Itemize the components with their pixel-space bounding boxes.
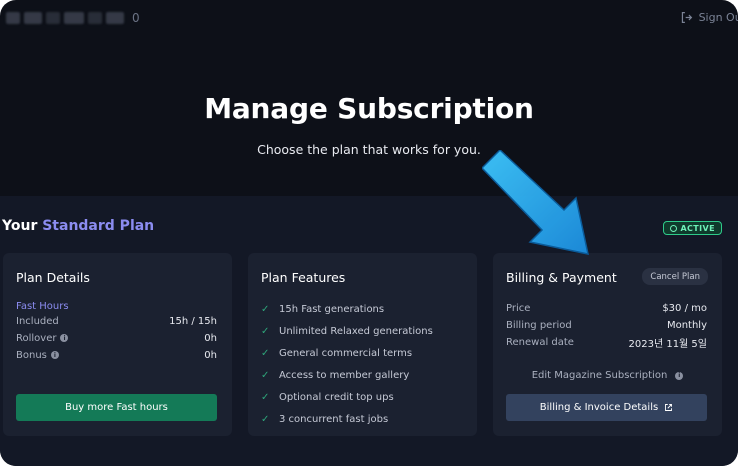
redacted-text	[106, 12, 124, 24]
redacted-text	[88, 12, 102, 24]
plan-details-card: Plan Details Fast Hours Included 15h / 1…	[3, 253, 232, 436]
info-icon[interactable]: i	[675, 371, 684, 380]
redacted-text	[46, 12, 60, 24]
price-value: $30 / mo	[662, 302, 707, 314]
check-icon: ✓	[261, 413, 270, 425]
renewal-date-value: 2023년 11월 5일	[628, 338, 708, 350]
status-badge: ACTIVE	[663, 221, 722, 235]
rollover-label: Rollover	[16, 332, 57, 344]
sign-out-icon	[681, 12, 692, 23]
feature-item: ✓ 3 concurrent fast jobs	[261, 408, 433, 430]
billing-invoice-button[interactable]: Billing & Invoice Details	[506, 394, 707, 421]
cancel-plan-button[interactable]: Cancel Plan	[642, 268, 708, 285]
plan-features-title: Plan Features	[261, 270, 346, 285]
feature-item: ✓ Optional credit top ups	[261, 386, 433, 408]
page-subtitle: Choose the plan that works for you.	[257, 142, 481, 157]
billing-period-row: Billing period Monthly	[506, 318, 707, 332]
price-row: Price $30 / mo	[506, 301, 707, 315]
annotation-arrow-icon	[482, 150, 589, 255]
check-icon: ✓	[261, 325, 270, 337]
check-icon: ✓	[261, 303, 270, 315]
rollover-row: Rollover i 0h	[16, 331, 217, 345]
check-icon: ✓	[261, 347, 270, 359]
billing-period-value: Monthly	[666, 319, 707, 331]
billing-card: Billing & Payment Cancel Plan Price $30 …	[493, 253, 722, 436]
buy-fast-hours-button[interactable]: Buy more Fast hours	[16, 394, 217, 421]
feature-label: General commercial terms	[279, 347, 413, 359]
redacted-text	[24, 12, 42, 24]
sign-out-button[interactable]: Sign Out	[680, 11, 738, 24]
renewal-date-row: Renewal date 2023년 11월 5일	[506, 335, 708, 350]
your-plan-prefix: Your	[2, 218, 43, 234]
info-icon[interactable]: i	[50, 351, 59, 359]
bonus-value: 0h	[204, 349, 217, 361]
plan-name: Standard Plan	[42, 218, 155, 234]
feature-label: Access to member gallery	[279, 369, 410, 381]
account-name: 0	[6, 11, 140, 25]
included-value: 15h / 15h	[169, 315, 217, 327]
billing-invoice-label: Billing & Invoice Details	[539, 402, 659, 413]
feature-item: ✓ General commercial terms	[261, 342, 433, 364]
bonus-label: Bonus	[16, 349, 47, 361]
billing-period-label: Billing period	[506, 319, 572, 331]
plan-features-card: Plan Features ✓ 15h Fast generations ✓ Unl…	[248, 253, 477, 436]
check-icon: ✓	[261, 391, 270, 403]
check-icon: ✓	[261, 369, 270, 381]
feature-label: 15h Fast generations	[279, 303, 385, 315]
price-label: Price	[506, 302, 531, 314]
plan-details-title: Plan Details	[16, 270, 90, 285]
rollover-value: 0h	[204, 332, 217, 344]
edit-magazine-label: Edit Magazine Subscription	[531, 370, 668, 381]
features-list: ✓ 15h Fast generations ✓ Unlimited Relaxed…	[261, 298, 433, 430]
feature-label: Optional credit top ups	[279, 391, 394, 403]
redacted-text	[6, 12, 20, 24]
external-link-icon	[665, 404, 673, 411]
app-window: Manage Subscription Choose the plan that…	[0, 0, 738, 466]
billing-title: Billing & Payment	[506, 270, 617, 285]
renewal-date-label: Renewal date	[506, 336, 574, 348]
page-title: Manage Subscription	[204, 92, 534, 125]
feature-item: ✓ Unlimited Relaxed generations	[261, 320, 433, 342]
redacted-text	[64, 12, 84, 24]
top-bar: 0 Sign Out	[0, 0, 738, 40]
plan-section: Your Standard Plan ACTIVE Plan Details F…	[0, 196, 738, 466]
account-suffix: 0	[132, 11, 140, 25]
feature-item: ✓ Access to member gallery	[261, 364, 433, 386]
bonus-row: Bonus i 0h	[16, 348, 217, 362]
included-row: Included 15h / 15h	[16, 314, 217, 328]
status-label: ACTIVE	[680, 223, 715, 233]
sign-out-label: Sign Out	[698, 11, 738, 24]
check-circle-icon	[670, 224, 678, 232]
feature-label: Unlimited Relaxed generations	[279, 325, 433, 337]
feature-item: ✓ 15h Fast generations	[261, 298, 433, 320]
edit-magazine-link[interactable]: Edit Magazine Subscription i	[493, 370, 722, 381]
fast-hours-label: Fast Hours	[16, 301, 69, 312]
feature-label: 3 concurrent fast jobs	[279, 413, 389, 425]
info-icon[interactable]: i	[60, 334, 69, 342]
included-label: Included	[16, 315, 59, 327]
your-plan-heading: Your Standard Plan	[2, 218, 154, 234]
